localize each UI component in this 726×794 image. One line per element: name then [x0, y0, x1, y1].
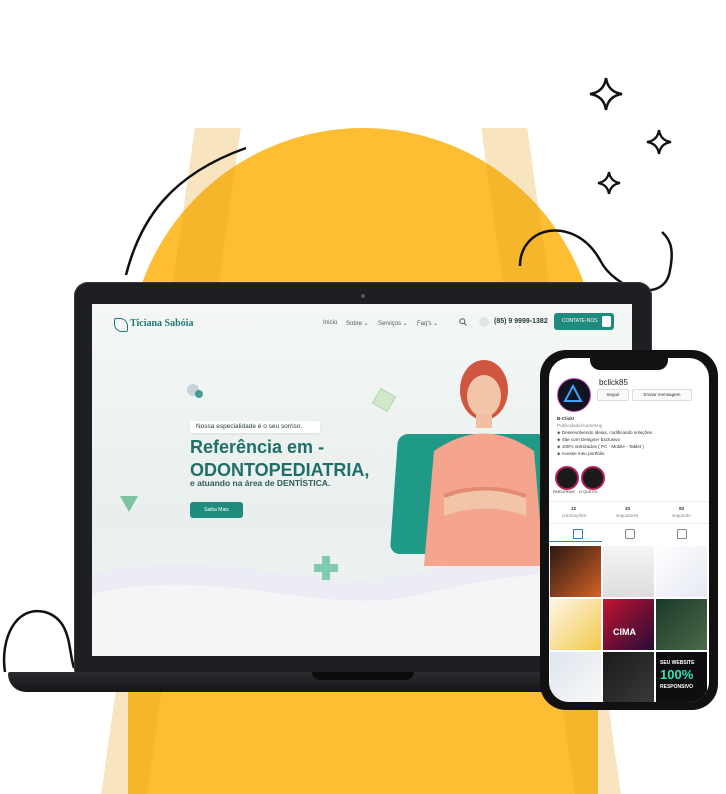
- reels-tab-icon[interactable]: [625, 529, 635, 539]
- stat-value: 12: [571, 506, 577, 511]
- grid-tab-icon[interactable]: [573, 529, 583, 539]
- dentist-photo: [424, 360, 544, 566]
- active-tab-indicator: [549, 541, 602, 542]
- phone-notch: [590, 356, 668, 370]
- nav-faqs[interactable]: Faq's ⌄: [417, 320, 438, 327]
- post-text: SEU WEBSITE: [660, 660, 695, 666]
- post-thumbnail[interactable]: SEU WEBSITE 100% RESPONSIVO: [656, 652, 707, 702]
- nav-sobre[interactable]: Sobre ⌄: [346, 320, 369, 327]
- hero-title: Referência em - ODONTOPEDIATRIA,: [190, 436, 369, 482]
- ig-bio-text: Acesse meu portfólio: [561, 451, 605, 456]
- highlight-label: PARCERIAS: [553, 490, 575, 494]
- divider: [549, 523, 709, 524]
- ig-bio-line: ◈ Site com Designer Exclusivo: [557, 437, 621, 442]
- arrow-icon: [602, 316, 611, 327]
- instagram-screen: bclick85 Seguir Enviar mensagem B-Click!…: [549, 358, 709, 702]
- ig-username: bclick85: [599, 378, 628, 387]
- post-thumbnail[interactable]: [550, 546, 601, 597]
- hero-subtitle: e atuando na área de DENTÍSTICA.: [190, 478, 331, 488]
- post-thumbnail[interactable]: [550, 599, 601, 650]
- cube-decoration: [371, 387, 397, 413]
- nav-servicos[interactable]: Serviços ⌄: [378, 320, 408, 327]
- ig-bio-line: ◈ Desenvolvendo ideias, codificando solu…: [557, 430, 654, 435]
- ig-name: B-Click!: [557, 416, 575, 421]
- search-icon[interactable]: [459, 318, 467, 326]
- contact-button-label: CONTATE-NOS: [562, 318, 598, 324]
- post-thumbnail[interactable]: CIMA: [603, 599, 654, 650]
- logo-icon: [114, 318, 128, 332]
- stat-label[interactable]: seguindo: [672, 513, 691, 518]
- laptop-camera: [361, 294, 365, 298]
- tagged-tab-icon[interactable]: [677, 529, 687, 539]
- divider: [549, 501, 709, 502]
- ig-bio-text: Site com Designer Exclusivo: [561, 437, 621, 442]
- laptop-trackpad-notch: [312, 672, 414, 680]
- post-text: RESPONSIVO: [660, 684, 694, 690]
- nav-inicio[interactable]: Início: [323, 320, 337, 326]
- post-thumbnail[interactable]: [603, 546, 654, 597]
- sparkle-icon: [589, 77, 623, 111]
- sparkle-icon: [597, 171, 621, 195]
- stat-label[interactable]: seguidores: [616, 513, 638, 518]
- stat-value: 33: [625, 506, 631, 511]
- ig-bio-text: 100% otimizados ( PC - Mobile - Tablet ): [561, 444, 644, 449]
- post-thumbnail[interactable]: [603, 652, 654, 702]
- saiba-mais-button[interactable]: Saiba Mais: [190, 502, 243, 518]
- post-thumbnail[interactable]: [656, 546, 707, 597]
- triangle-decoration: [120, 496, 138, 512]
- post-text: CIMA: [613, 627, 636, 637]
- follow-button[interactable]: Seguir: [597, 389, 629, 401]
- site-brand[interactable]: Ticiana Sabóia: [130, 318, 193, 329]
- post-thumbnail[interactable]: [656, 599, 707, 650]
- highlight-label: O QUE FA...: [579, 490, 601, 494]
- highlight-parcerias[interactable]: [555, 466, 579, 490]
- highlight-oque[interactable]: [581, 466, 605, 490]
- hero-title-line1: Referência em -: [190, 437, 325, 457]
- ig-bio-line: ◈ Acesse meu portfólio: [557, 451, 605, 456]
- plus-decoration: [314, 556, 338, 580]
- ig-category: Publicidade/marketing: [557, 423, 603, 428]
- circle-decoration: [195, 390, 203, 398]
- bclick-logo-icon: [563, 384, 583, 402]
- site-phone[interactable]: (85) 9 9999-1382: [494, 318, 548, 325]
- stat-label[interactable]: publicações: [562, 513, 586, 518]
- stat-value: 93: [679, 506, 685, 511]
- hero-tagline: Nossa especialidade é o seu sorriso.: [190, 421, 320, 433]
- message-button[interactable]: Enviar mensagem: [632, 389, 692, 401]
- ig-bio-line: ◈ 100% otimizados ( PC - Mobile - Tablet…: [557, 444, 644, 449]
- post-text: 100%: [660, 667, 694, 682]
- phone-icon: [479, 317, 489, 327]
- post-thumbnail[interactable]: [550, 652, 601, 702]
- ig-bio-text: Desenvolvendo ideias, codificando soluçõ…: [561, 430, 654, 435]
- sparkle-icon: [646, 129, 672, 155]
